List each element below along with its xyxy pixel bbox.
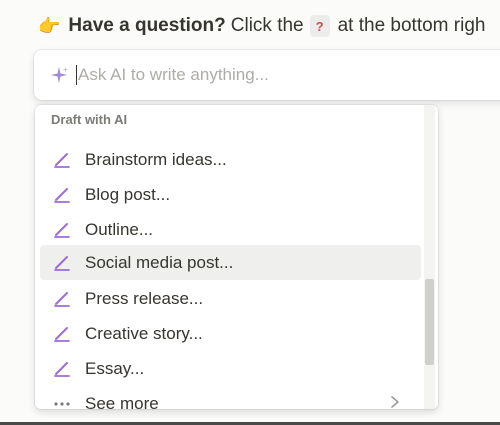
pointing-hand-icon: 👉 bbox=[38, 15, 61, 36]
chevron-right-icon bbox=[391, 396, 399, 408]
pencil-icon bbox=[51, 252, 73, 274]
hint-suffix: at the bottom righ bbox=[337, 15, 486, 36]
menu-item-label: See more bbox=[85, 393, 159, 410]
hint-heading: Have a question? bbox=[68, 15, 226, 36]
pencil-icon bbox=[51, 149, 73, 171]
menu-item-label: Press release... bbox=[85, 288, 204, 308]
ask-ai-box[interactable] bbox=[34, 50, 500, 100]
menu-item-press-release[interactable]: Press release... bbox=[40, 281, 421, 316]
menu-item-creative-story[interactable]: Creative story... bbox=[40, 316, 421, 351]
menu-item-outline[interactable]: Outline... bbox=[40, 212, 421, 247]
hint-prefix: Click the bbox=[230, 15, 304, 36]
menu-item-essay[interactable]: Essay... bbox=[40, 351, 421, 386]
pencil-icon bbox=[51, 358, 73, 380]
pencil-icon bbox=[51, 323, 73, 345]
menu-item-blog-post[interactable]: Blog post... bbox=[40, 177, 421, 212]
menu-item-label: Brainstorm ideas... bbox=[85, 149, 227, 169]
sparkle-icon bbox=[50, 66, 69, 84]
scrollbar-thumb[interactable] bbox=[425, 279, 434, 365]
pencil-icon bbox=[51, 184, 73, 206]
menu-scrollbar[interactable] bbox=[424, 105, 435, 409]
menu-item-brainstorm[interactable]: Brainstorm ideas... bbox=[40, 142, 421, 177]
text-cursor bbox=[76, 65, 77, 85]
menu-item-label: Essay... bbox=[85, 358, 145, 378]
more-dots-icon bbox=[51, 393, 73, 410]
menu-item-see-more[interactable]: See more bbox=[40, 386, 421, 409]
menu-item-social-media-post[interactable]: Social media post... bbox=[40, 245, 421, 280]
menu-item-label: Blog post... bbox=[85, 184, 171, 204]
menu-item-label: Creative story... bbox=[85, 323, 203, 343]
help-hint: 👉 Have a question? Click the ? at the bo… bbox=[38, 14, 485, 38]
pencil-icon bbox=[51, 219, 73, 241]
menu-item-label: Outline... bbox=[85, 219, 154, 239]
ask-ai-input[interactable] bbox=[78, 65, 458, 85]
ai-draft-menu: Draft with AI Brainstorm ideas... Blog p… bbox=[35, 105, 438, 409]
help-question-icon: ? bbox=[309, 15, 330, 37]
section-title-draft: Draft with AI bbox=[51, 112, 128, 127]
pencil-icon bbox=[51, 288, 73, 310]
menu-item-label: Social media post... bbox=[85, 252, 234, 272]
